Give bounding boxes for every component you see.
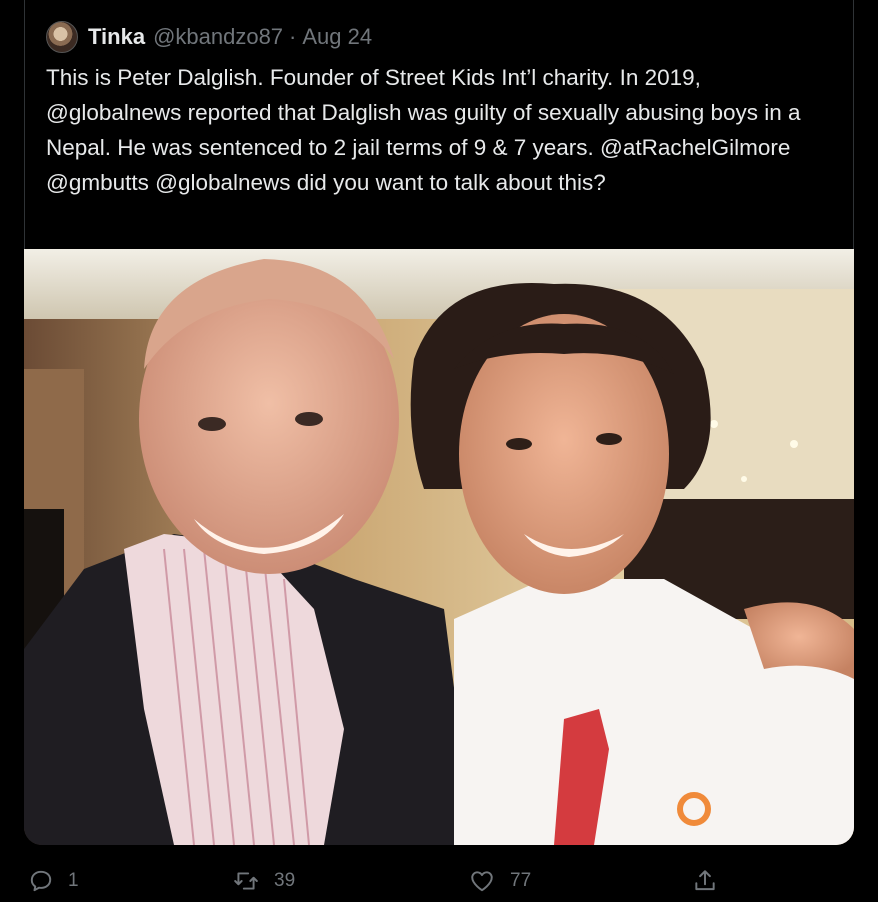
display-name[interactable]: Tinka	[88, 24, 145, 50]
user-handle[interactable]: @kbandzo87	[153, 24, 283, 50]
retweet-count: 39	[274, 870, 296, 891]
tweet-actions: 1 39 77	[0, 862, 878, 902]
share-icon	[695, 870, 715, 891]
reply-count: 1	[68, 870, 79, 891]
tweet: Tinka @kbandzo87 · Aug 24 This is Peter …	[0, 0, 878, 901]
retweet-button[interactable]: 39	[232, 868, 295, 894]
tweet-date[interactable]: Aug 24	[302, 24, 372, 50]
reply-icon	[30, 870, 52, 892]
tweet-text: This is Peter Dalglish. Founder of Stree…	[46, 65, 807, 195]
like-count: 77	[510, 870, 532, 891]
like-button[interactable]: 77	[468, 868, 531, 894]
retweet-icon	[234, 872, 258, 890]
share-button[interactable]	[692, 868, 732, 894]
separator-dot: ·	[289, 24, 297, 49]
reply-button[interactable]: 1	[28, 868, 79, 894]
heart-icon	[471, 871, 493, 892]
tweet-photo[interactable]	[24, 249, 854, 845]
avatar[interactable]	[46, 21, 78, 53]
tweet-header: Tinka @kbandzo87 · Aug 24	[46, 20, 372, 54]
